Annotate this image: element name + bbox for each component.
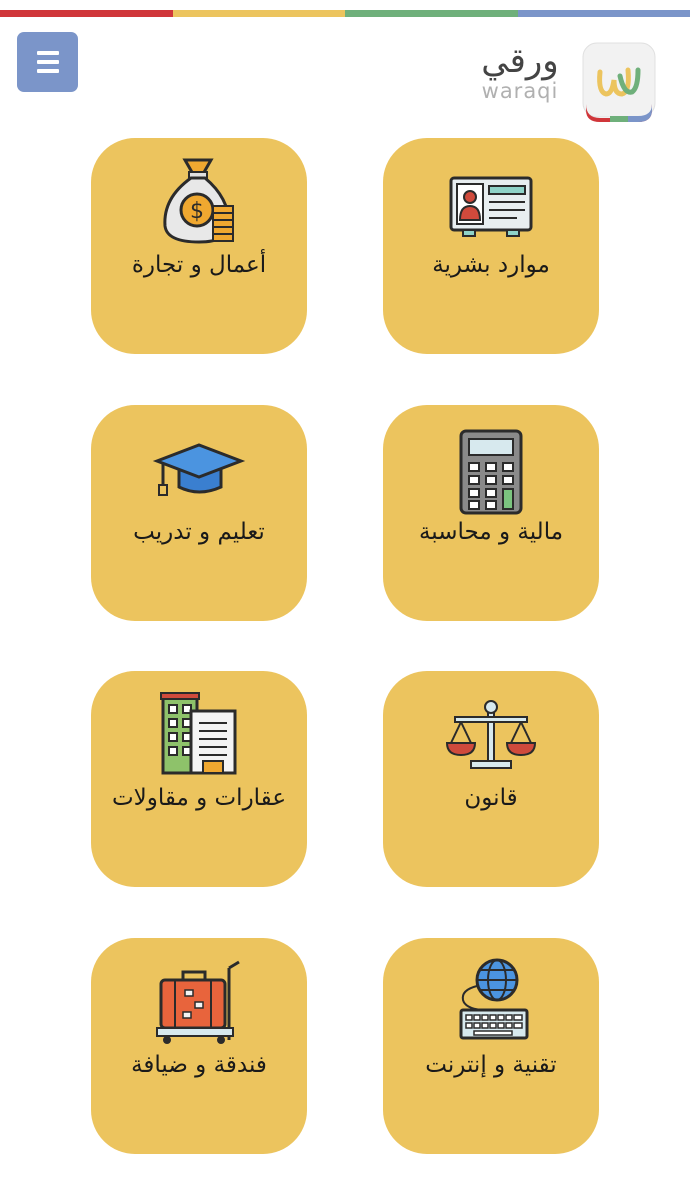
category-label: مالية و محاسبة bbox=[418, 519, 564, 545]
scales-icon bbox=[445, 700, 537, 769]
calculator-icon bbox=[459, 429, 523, 515]
category-tile-law[interactable]: قانون bbox=[383, 671, 599, 887]
luggage-icon bbox=[156, 960, 240, 1044]
buildings-icon bbox=[160, 692, 237, 775]
category-label: موارد بشرية bbox=[432, 252, 550, 278]
graduation-cap-icon bbox=[152, 443, 246, 496]
top-color-stripe bbox=[0, 10, 690, 17]
stripe-red bbox=[0, 10, 173, 17]
stripe-green bbox=[345, 10, 518, 17]
category-label: عقارات و مقاولات bbox=[111, 785, 287, 811]
waraqi-logo-icon[interactable] bbox=[580, 40, 658, 124]
category-label: تقنية و إنترنت bbox=[425, 1052, 557, 1078]
category-tile-real-estate[interactable]: عقارات و مقاولات bbox=[91, 671, 307, 887]
category-tile-education[interactable]: تعليم و تدريب bbox=[91, 405, 307, 621]
stripe-yellow bbox=[172, 10, 345, 17]
category-tile-finance[interactable]: مالية و محاسبة bbox=[383, 405, 599, 621]
logo-wordmark[interactable]: ورقي waraqi bbox=[470, 44, 570, 116]
category-label: تعليم و تدريب bbox=[133, 519, 265, 545]
logo-arabic-text: ورقي bbox=[481, 41, 559, 81]
menu-button[interactable] bbox=[17, 32, 78, 92]
money-bag-icon: $ bbox=[163, 158, 234, 244]
stripe-blue bbox=[517, 10, 690, 17]
category-label: أعمال و تجارة bbox=[131, 252, 267, 278]
hamburger-menu-icon bbox=[36, 51, 59, 73]
globe-keyboard-icon bbox=[459, 958, 529, 1040]
logo-latin-text: waraqi bbox=[481, 79, 559, 103]
category-label: قانون bbox=[464, 785, 518, 811]
id-card-icon bbox=[449, 176, 533, 237]
category-tile-tech[interactable]: تقنية و إنترنت bbox=[383, 938, 599, 1154]
category-label: فندقة و ضيافة bbox=[131, 1052, 267, 1078]
category-tile-business[interactable]: $ أعمال و تجارة bbox=[91, 138, 307, 354]
svg-text:$: $ bbox=[190, 199, 204, 224]
category-tile-hospitality[interactable]: فندقة و ضيافة bbox=[91, 938, 307, 1154]
category-tile-hr[interactable]: موارد بشرية bbox=[383, 138, 599, 354]
